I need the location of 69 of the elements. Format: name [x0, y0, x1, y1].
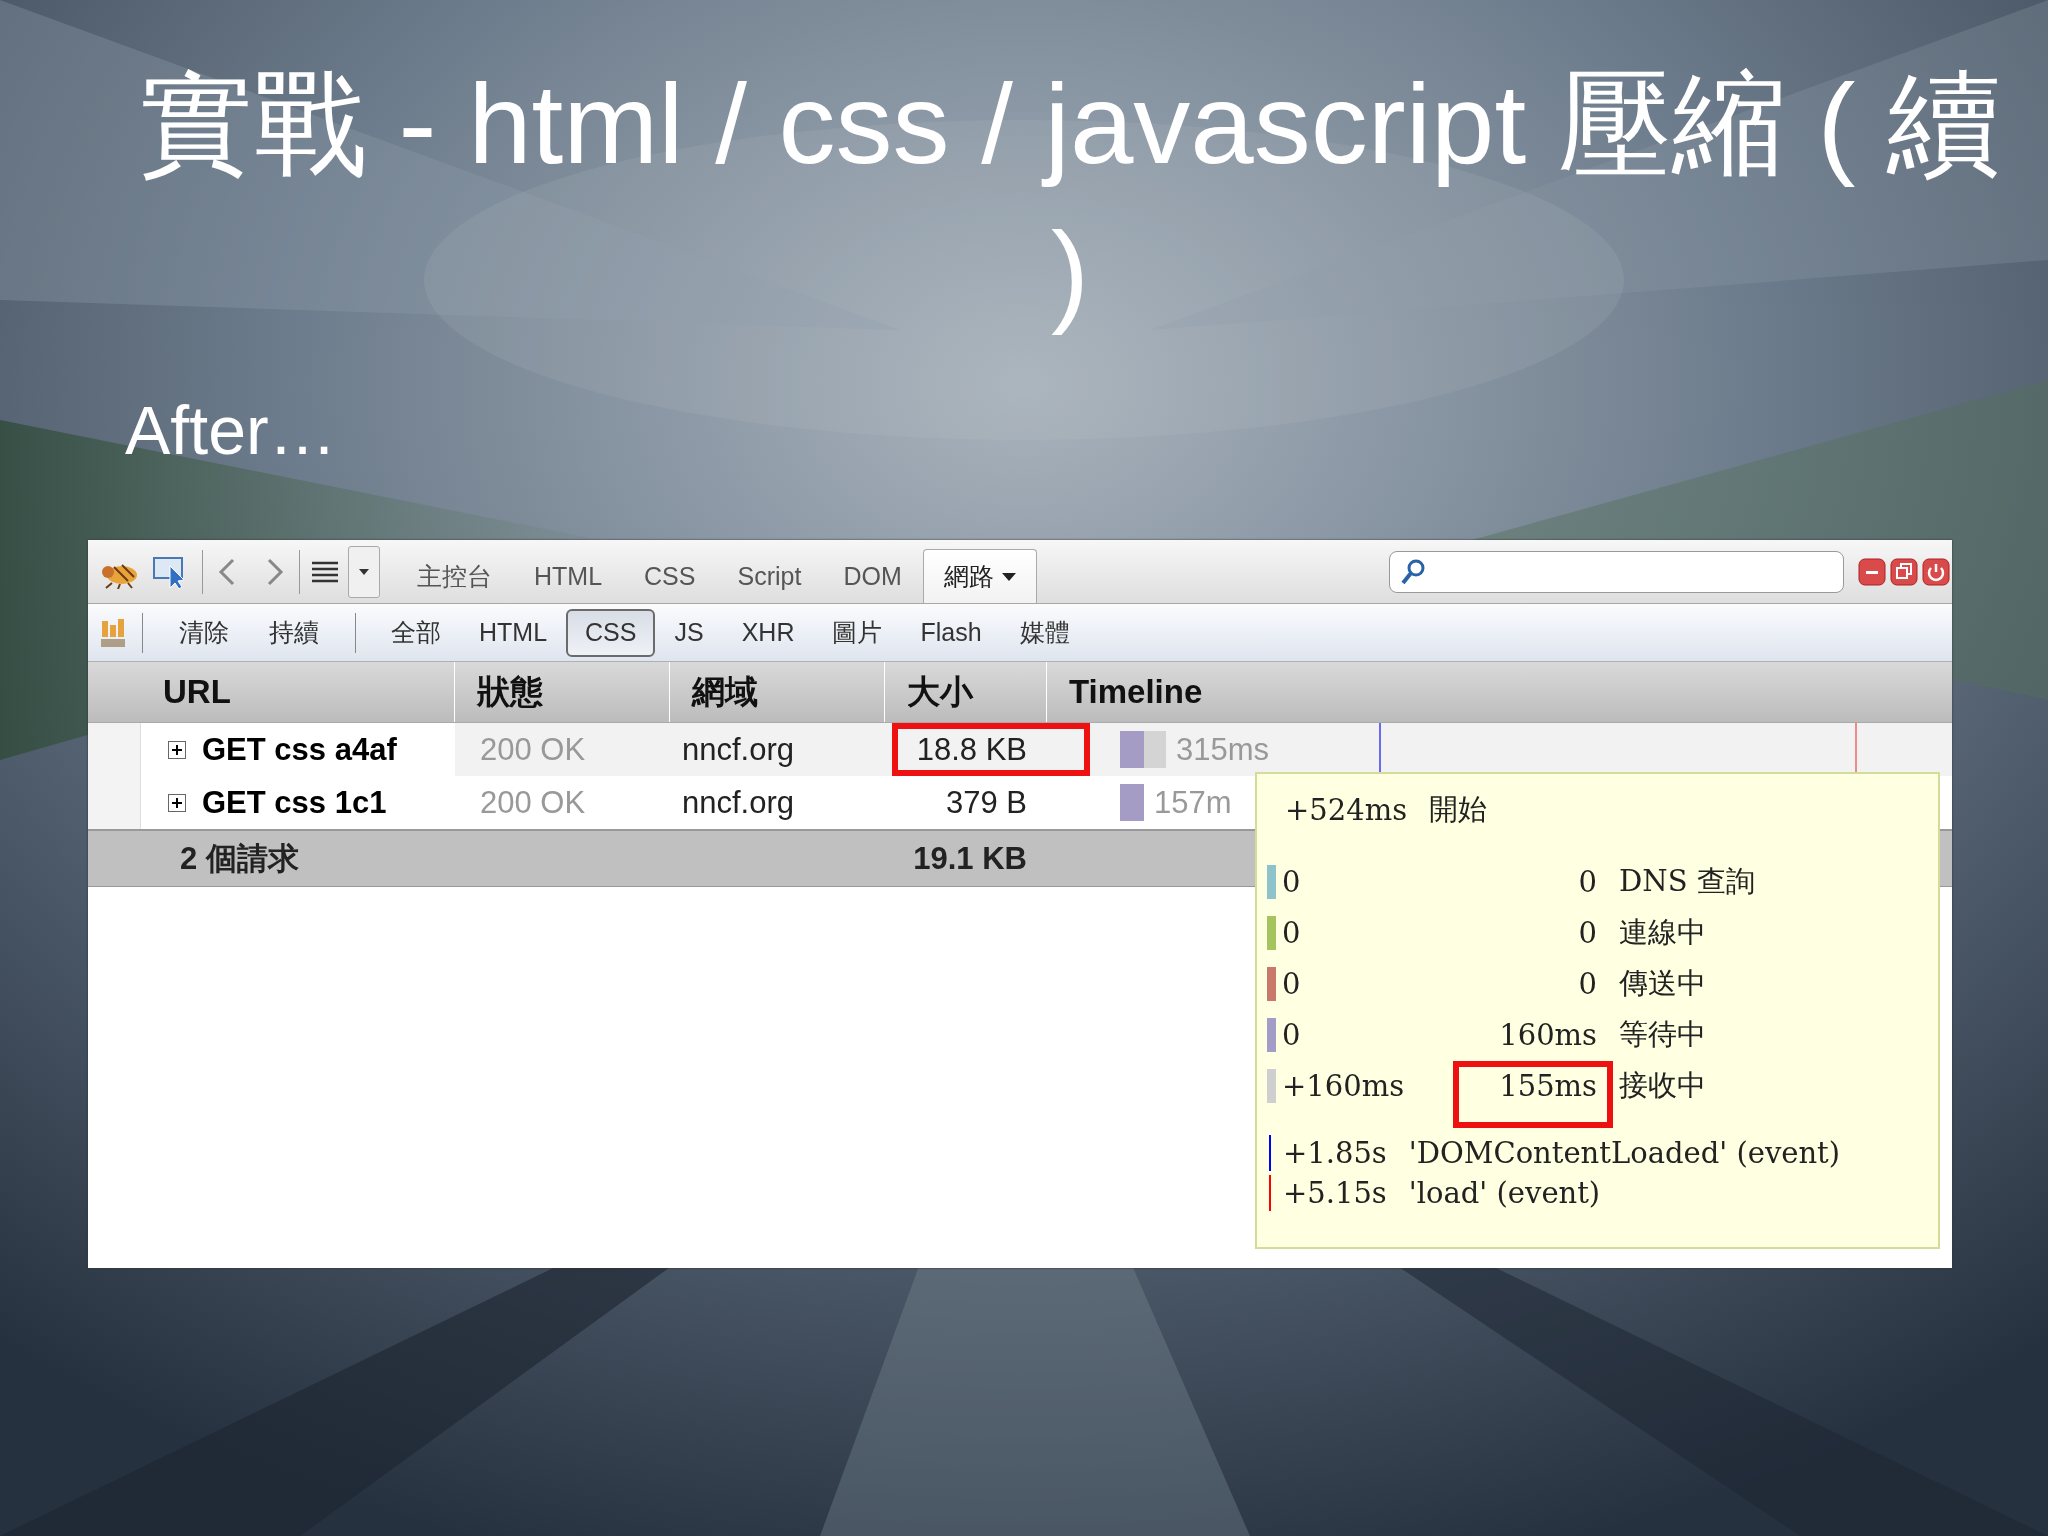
- minimize-button[interactable]: [1858, 557, 1886, 586]
- filter-button[interactable]: 圖片: [813, 608, 902, 657]
- phase-label: 傳送中: [1619, 964, 1706, 1002]
- menu-icon[interactable]: [310, 559, 340, 584]
- search-icon: [1400, 557, 1426, 586]
- timing-bar-icon: [1120, 784, 1144, 821]
- expand-icon[interactable]: [168, 740, 186, 759]
- table-cell: 200 OK: [480, 784, 586, 821]
- panel-tab[interactable]: Script: [716, 549, 823, 603]
- panel-tab[interactable]: DOM: [822, 549, 923, 603]
- phase-duration: 0: [1578, 864, 1597, 899]
- action-button[interactable]: 持續: [249, 616, 339, 649]
- phase-offset: 0: [1282, 915, 1302, 950]
- phase-label: DNS 查詢: [1619, 862, 1755, 900]
- column-header[interactable]: Timeline: [1047, 662, 1952, 722]
- start-time: +524ms: [1285, 793, 1408, 827]
- event-time: +5.15s: [1283, 1176, 1387, 1210]
- restore-button[interactable]: [1890, 557, 1918, 586]
- slide-title: 實戰 - html / css / javascript 壓縮 ( 續 ): [137, 59, 2003, 337]
- search-field[interactable]: [1389, 550, 1844, 593]
- column-header[interactable]: 狀態: [455, 662, 670, 722]
- table-cell: GET css a4af: [202, 731, 397, 768]
- filter-button[interactable]: JS: [655, 608, 723, 657]
- phase-offset: 0: [1282, 1017, 1302, 1052]
- filter-button[interactable]: 媒體: [1000, 608, 1089, 657]
- table-cell: nncf.org: [682, 784, 794, 821]
- phase-duration: 0: [1578, 966, 1597, 1001]
- phase-duration: 155ms: [1499, 1068, 1597, 1103]
- filter-button[interactable]: XHR: [722, 608, 814, 657]
- table-cell: 18.8 KB: [916, 731, 1027, 768]
- timing-label: 315ms: [1176, 731, 1270, 768]
- caret-icon: [359, 568, 369, 575]
- panel-tab[interactable]: HTML: [513, 549, 624, 603]
- column-header[interactable]: 網域: [670, 662, 885, 722]
- table-cell: 200 OK: [480, 731, 586, 768]
- column-header[interactable]: URL: [88, 662, 455, 722]
- filter-button[interactable]: HTML: [460, 608, 567, 657]
- event-name: 'load' (event): [1408, 1176, 1601, 1210]
- phase-label: 連線中: [1619, 913, 1706, 951]
- table-cell: nncf.org: [682, 731, 794, 768]
- filter-button[interactable]: 全部: [372, 608, 460, 657]
- phase-duration: 0: [1578, 915, 1597, 950]
- phase-label: 接收中: [1619, 1066, 1706, 1104]
- caret-icon: [1001, 572, 1016, 581]
- table-cell: GET css 1c1: [202, 784, 387, 821]
- timing-label: 157m: [1154, 784, 1232, 821]
- event-name: 'DOMContentLoaded' (event): [1408, 1136, 1841, 1170]
- timing-bar-icon: [1120, 731, 1166, 768]
- phase-label: 等待中: [1619, 1015, 1706, 1053]
- total-size: 19.1 KB: [913, 840, 1027, 877]
- phase-duration: 160ms: [1499, 1017, 1597, 1052]
- table-cell: 379 B: [946, 784, 1027, 821]
- panel-tab[interactable]: 主控台: [396, 549, 513, 603]
- panel-tab[interactable]: CSS: [623, 549, 717, 603]
- phase-offset: 0: [1282, 966, 1302, 1001]
- start-label: 開始: [1429, 791, 1488, 828]
- expand-icon[interactable]: [168, 793, 186, 812]
- filter-button[interactable]: Flash: [901, 608, 1001, 657]
- filter-button[interactable]: CSS: [566, 608, 656, 657]
- event-time: +1.85s: [1283, 1136, 1387, 1170]
- phase-offset: +160ms: [1282, 1068, 1406, 1103]
- power-button[interactable]: [1922, 557, 1950, 586]
- table-row[interactable]: GET css a4af 200 OK nncf.org 18.8 KB 315ms: [88, 723, 1952, 776]
- phase-offset: 0: [1282, 864, 1302, 899]
- slide-subtitle: After…: [125, 391, 338, 470]
- panel-tab[interactable]: 網路: [922, 549, 1037, 603]
- request-count: 2 個請求: [180, 839, 299, 878]
- column-header[interactable]: 大小: [885, 662, 1047, 722]
- action-button[interactable]: 清除: [159, 616, 249, 649]
